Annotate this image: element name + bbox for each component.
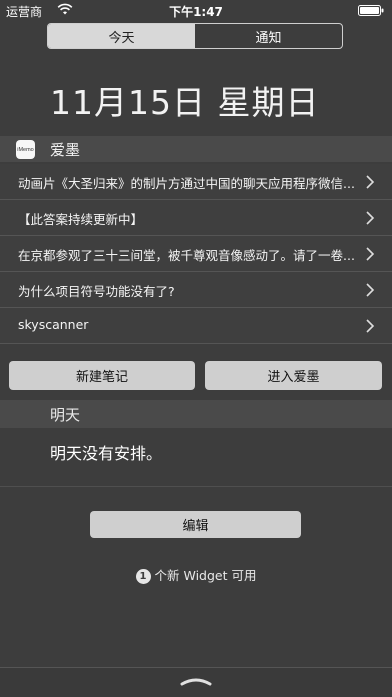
grabber-icon[interactable] <box>180 676 212 686</box>
tab-today[interactable]: 今天 <box>48 24 195 48</box>
edit-button[interactable]: 编辑 <box>90 511 301 538</box>
list-item-text: 动画片《大圣归来》的制片方通过中国的聊天应用程序微信... <box>18 176 355 191</box>
list-item[interactable]: 为什么项目符号功能没有了? <box>0 272 392 308</box>
new-note-button[interactable]: 新建笔记 <box>9 361 195 390</box>
tab-notifications[interactable]: 通知 <box>195 24 342 48</box>
widget-title: 爱墨 <box>50 141 81 159</box>
list-item-text: 【此答案持续更新中】 <box>18 212 144 227</box>
status-time: 下午1:47 <box>169 5 223 19</box>
list-item-text: 为什么项目符号功能没有了? <box>18 284 175 299</box>
battery-icon <box>358 5 384 16</box>
chevron-right-icon <box>366 175 375 189</box>
new-widgets-notice[interactable]: 1 个新 Widget 可用 <box>0 565 392 584</box>
tomorrow-header: 明天 <box>0 400 392 428</box>
tomorrow-title: 明天 <box>50 406 81 424</box>
open-app-button[interactable]: 进入爱墨 <box>205 361 382 390</box>
date-title: 11月15日 星期日 <box>50 83 320 122</box>
today-notifications-tabs: 今天 通知 <box>47 23 343 49</box>
memo-list: 动画片《大圣归来》的制片方通过中国的聊天应用程序微信... 【此答案持续更新中】… <box>0 164 392 344</box>
widget-header: iMemo 爱墨 <box>0 136 392 162</box>
chevron-right-icon <box>366 211 375 225</box>
tomorrow-message: 明天没有安排。 <box>50 444 163 463</box>
list-item[interactable]: 【此答案持续更新中】 <box>0 200 392 236</box>
chevron-right-icon <box>366 247 375 261</box>
new-widgets-count-badge: 1 <box>135 569 151 584</box>
list-item-text: 在京都参观了三十三间堂，被千尊观音像感动了。请了一卷... <box>18 248 355 263</box>
new-widgets-label: 个新 Widget 可用 <box>154 568 257 583</box>
list-item[interactable]: skyscanner <box>0 308 392 344</box>
bottom-bar <box>0 667 392 697</box>
list-item-text: skyscanner <box>18 317 89 332</box>
imemo-app-icon: iMemo <box>16 140 35 159</box>
chevron-right-icon <box>366 283 375 297</box>
chevron-right-icon <box>366 319 375 333</box>
status-bar: 运营商 下午1:47 <box>0 0 392 20</box>
list-item[interactable]: 在京都参观了三十三间堂，被千尊观音像感动了。请了一卷... <box>0 236 392 272</box>
list-item[interactable]: 动画片《大圣归来》的制片方通过中国的聊天应用程序微信... <box>0 164 392 200</box>
section-divider <box>0 486 392 487</box>
